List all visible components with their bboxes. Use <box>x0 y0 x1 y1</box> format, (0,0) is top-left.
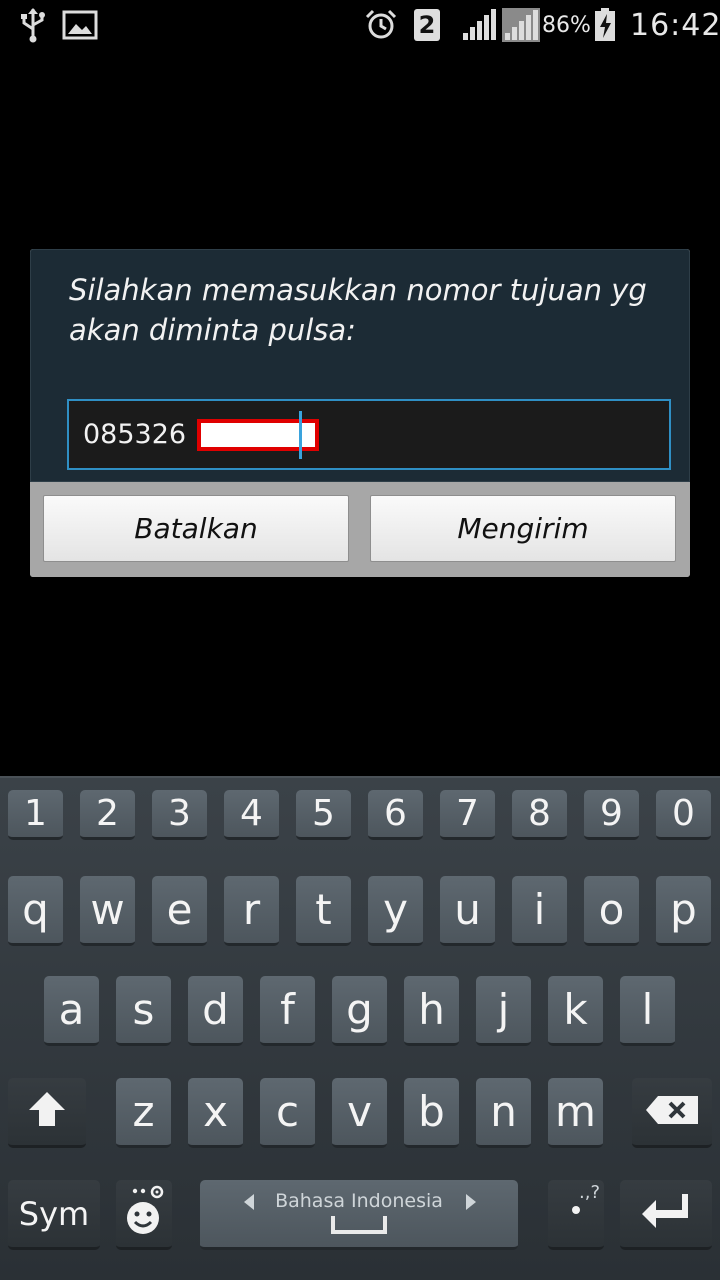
key-0[interactable]: 0 <box>656 790 711 840</box>
punctuation-key[interactable]: .,? <box>548 1180 604 1250</box>
soft-keyboard: 1 2 3 4 5 6 7 8 9 0 q w e r t y u i o p … <box>0 776 720 1280</box>
key-3[interactable]: 3 <box>152 790 207 840</box>
key-8[interactable]: 8 <box>512 790 567 840</box>
key-i[interactable]: i <box>512 876 567 946</box>
key-z[interactable]: z <box>116 1078 171 1148</box>
alarm-icon <box>364 0 398 50</box>
request-credit-dialog: Silahkan memasukkan nomor tujuan yg akan… <box>30 249 690 577</box>
enter-icon <box>640 1192 692 1236</box>
period-icon <box>572 1206 580 1214</box>
signal-icon <box>462 0 496 50</box>
emoji-settings-icon <box>121 1184 167 1244</box>
key-t[interactable]: t <box>296 876 351 946</box>
key-w[interactable]: w <box>80 876 135 946</box>
key-1[interactable]: 1 <box>8 790 63 840</box>
gallery-icon <box>62 0 98 50</box>
key-u[interactable]: u <box>440 876 495 946</box>
language-right-arrow-icon <box>466 1194 476 1210</box>
phone-number-value: 085326 <box>83 419 187 450</box>
usb-icon <box>18 0 48 50</box>
sym-key[interactable]: Sym <box>8 1180 100 1250</box>
key-d[interactable]: d <box>188 976 243 1046</box>
key-5[interactable]: 5 <box>296 790 351 840</box>
sim-2-badge: 2 <box>414 0 440 50</box>
key-f[interactable]: f <box>260 976 315 1046</box>
emoji-settings-key[interactable] <box>116 1180 172 1250</box>
shift-icon <box>25 1088 69 1136</box>
key-y[interactable]: y <box>368 876 423 946</box>
backspace-icon <box>644 1094 700 1130</box>
key-x[interactable]: x <box>188 1078 243 1148</box>
key-g[interactable]: g <box>332 976 387 1046</box>
shift-key[interactable] <box>8 1078 86 1148</box>
space-key[interactable]: Bahasa Indonesia <box>200 1180 518 1250</box>
battery-charging-icon <box>594 0 616 50</box>
dialog-body: Silahkan memasukkan nomor tujuan yg akan… <box>30 249 690 482</box>
key-e[interactable]: e <box>152 876 207 946</box>
key-c[interactable]: c <box>260 1078 315 1148</box>
key-6[interactable]: 6 <box>368 790 423 840</box>
enter-key[interactable] <box>620 1180 712 1250</box>
battery-percent: 86% <box>542 12 591 38</box>
text-cursor <box>299 411 302 459</box>
key-n[interactable]: n <box>476 1078 531 1148</box>
phone-number-input[interactable]: 085326 <box>67 399 671 470</box>
key-a[interactable]: a <box>44 976 99 1046</box>
cancel-button[interactable]: Batalkan <box>43 495 349 562</box>
dialog-button-bar: Batalkan Mengirim <box>30 482 690 577</box>
key-j[interactable]: j <box>476 976 531 1046</box>
key-s[interactable]: s <box>116 976 171 1046</box>
punctuation-hint: .,? <box>579 1182 600 1203</box>
key-p[interactable]: p <box>656 876 711 946</box>
key-o[interactable]: o <box>584 876 639 946</box>
key-m[interactable]: m <box>548 1078 603 1148</box>
status-bar: 2 86% 16:42 <box>0 0 720 50</box>
send-button[interactable]: Mengirim <box>370 495 676 562</box>
key-h[interactable]: h <box>404 976 459 1046</box>
key-l[interactable]: l <box>620 976 675 1046</box>
key-v[interactable]: v <box>332 1078 387 1148</box>
space-bar-icon <box>330 1214 388 1240</box>
signal-roaming-icon <box>502 0 540 50</box>
key-k[interactable]: k <box>548 976 603 1046</box>
key-b[interactable]: b <box>404 1078 459 1148</box>
key-7[interactable]: 7 <box>440 790 495 840</box>
backspace-key[interactable] <box>632 1078 712 1148</box>
key-2[interactable]: 2 <box>80 790 135 840</box>
clock: 16:42 <box>630 7 720 43</box>
dialog-message: Silahkan memasukkan nomor tujuan yg akan… <box>69 273 647 347</box>
key-q[interactable]: q <box>8 876 63 946</box>
key-9[interactable]: 9 <box>584 790 639 840</box>
key-4[interactable]: 4 <box>224 790 279 840</box>
key-r[interactable]: r <box>224 876 279 946</box>
